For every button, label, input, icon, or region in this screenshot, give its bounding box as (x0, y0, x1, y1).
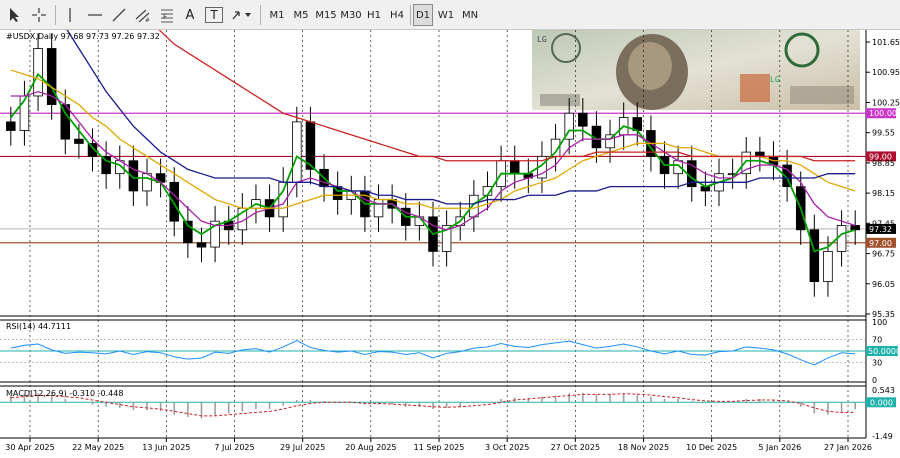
candle-body (469, 194, 479, 218)
rsi-level-label: 70 (872, 335, 882, 344)
macd-panel-header: MACD(12,26,9) -0.310 -0.448 (6, 389, 123, 398)
time-tick-label: 18 Nov 2025 (618, 443, 669, 452)
macd-level-label: -1.49 (872, 432, 893, 441)
candle-body (6, 121, 16, 131)
candle-body (196, 242, 207, 248)
equidistant-channel-icon[interactable]: # (132, 4, 154, 26)
candle-body (809, 229, 820, 283)
candle-body (74, 138, 84, 144)
price-tick-label: 99.55 (872, 129, 895, 138)
price-tick-label: 100.25 (872, 98, 900, 107)
timeframe-m30[interactable]: M30 (339, 4, 363, 26)
candle-body (850, 225, 860, 231)
candle-body (60, 104, 71, 140)
timeframe-m15[interactable]: M15 (314, 4, 338, 26)
time-axis: 30 Apr 2025 22 May 2025 13 Jun 2025 7 Jul 2… (5, 438, 872, 452)
timeframe-m1[interactable]: M1 (266, 4, 288, 26)
toolbar: # F A T M1 M5 M15 M30 H1 H4 D1 W1 MN (0, 0, 900, 30)
price-tick-label: 98.85 (872, 159, 895, 168)
candle-body (632, 117, 643, 131)
price-tick-label: 95.35 (872, 310, 895, 319)
rsi-indicator: 100705030050.0000 (0, 318, 900, 385)
candle-body (823, 250, 833, 283)
price-tick-label: 97.45 (872, 219, 895, 228)
trendline-icon[interactable] (108, 4, 130, 26)
text-label-icon[interactable]: T (205, 7, 223, 23)
svg-text:LG: LG (770, 75, 780, 84)
price-tick-label: 98.15 (872, 189, 895, 198)
time-tick-label: 10 Dec 2025 (686, 443, 737, 452)
rsi-line (10, 340, 856, 366)
price-tick-label: 96.75 (872, 250, 895, 259)
candle-body (741, 151, 751, 175)
rsi-panel-header: RSI(14) 44.7111 (6, 322, 71, 331)
timeframe-h4[interactable]: H4 (387, 4, 407, 26)
arrows-icon[interactable] (228, 4, 254, 26)
candle-body (33, 48, 43, 97)
macd-level-badge-label: 0.000 (870, 398, 893, 407)
macd-level-label: 0.543 (872, 386, 895, 395)
svg-text:F: F (163, 13, 167, 21)
price-axis: 101.65 100.95 100.25 99.55 98.85 98.15 97.45 96… (866, 38, 900, 319)
rsi-level-label: 100 (872, 318, 887, 327)
time-tick-label: 29 Jul 2025 (280, 443, 325, 452)
price-tick-label: 96.05 (872, 280, 895, 289)
time-tick-label: 7 Jul 2025 (214, 443, 254, 452)
vertical-line-icon[interactable] (60, 4, 80, 26)
timeframe-d1[interactable]: D1 (413, 4, 433, 26)
level-badge-label: 97.00 (869, 239, 892, 248)
candle-body (373, 199, 384, 218)
timeframe-h1[interactable]: H1 (364, 4, 384, 26)
timeframe-mn[interactable]: MN (459, 4, 481, 26)
candle-body (578, 112, 588, 127)
chart-area[interactable]: LG LG 100.0099.0097.0097.32 100705030050… (0, 30, 900, 458)
candle-body (169, 181, 179, 222)
cursor-icon[interactable] (4, 4, 24, 26)
main-panel-header: #USDX,Daily 97.68 97.73 97.26 97.32 (6, 32, 160, 41)
time-tick-label: 22 May 2025 (72, 443, 124, 452)
horizontal-line-icon[interactable] (84, 4, 106, 26)
svg-text:LG: LG (537, 35, 547, 44)
rsi-level-label: 30 (872, 359, 882, 368)
candle-body (836, 225, 847, 252)
candle-body (292, 121, 302, 183)
timeframe-w1[interactable]: W1 (435, 4, 457, 26)
text-icon[interactable]: A (180, 4, 200, 26)
time-tick-label: 30 Apr 2025 (5, 443, 54, 452)
time-tick-label: 5 Jan 2026 (758, 443, 801, 452)
timeframe-m5[interactable]: M5 (290, 4, 312, 26)
banknote-image: LG LG (532, 30, 860, 110)
time-tick-label: 27 Jan 2026 (824, 443, 872, 452)
price-tick-label: 101.65 (872, 38, 900, 47)
time-tick-label: 20 Aug 2025 (345, 443, 396, 452)
svg-text:#: # (145, 17, 150, 23)
time-tick-label: 11 Sep 2025 (414, 443, 465, 452)
rsi-level-badge-label: 50.0000 (868, 347, 900, 356)
time-tick-label: 13 Jun 2025 (142, 443, 190, 452)
crosshair-icon[interactable] (28, 4, 50, 26)
level-badge-label: 100.00 (869, 109, 897, 118)
price-tick-label: 100.95 (872, 68, 900, 77)
macd-indicator: 0.543 -1.49 0.000 (0, 386, 896, 441)
time-tick-label: 3 Oct 2025 (485, 443, 529, 452)
fibonacci-icon[interactable]: F (156, 4, 178, 26)
rsi-level-label: 0 (872, 376, 877, 385)
time-tick-label: 27 Oct 2025 (551, 443, 600, 452)
candle-body (509, 160, 520, 175)
